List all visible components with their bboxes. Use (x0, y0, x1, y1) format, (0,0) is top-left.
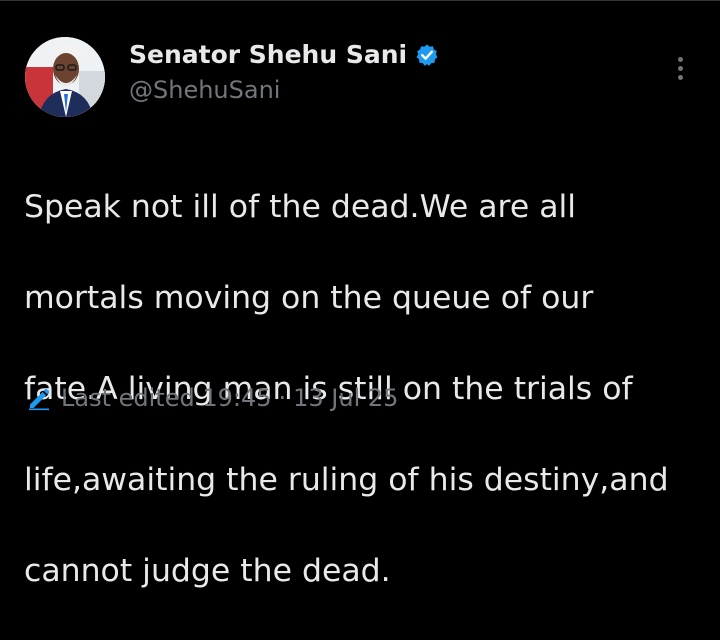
more-options-icon-dot (677, 65, 683, 71)
tweet-text-line: mortals moving on the queue of our (24, 279, 594, 316)
tweet-text-line: life,awaiting the ruling of his destiny,… (24, 461, 669, 498)
tweet-text-line: Speak not ill of the dead.We are all (24, 188, 577, 225)
last-edited-link[interactable]: Last edited 19:45 (61, 384, 272, 412)
verified-badge-icon[interactable] (415, 43, 439, 67)
post-date[interactable]: 13 Jul 25 (293, 384, 398, 412)
more-options-button[interactable] (664, 50, 696, 86)
top-divider (0, 0, 720, 1)
pencil-icon (26, 385, 52, 411)
avatar-image (25, 37, 105, 117)
author-handle[interactable]: @ShehuSani (129, 76, 280, 104)
avatar[interactable] (25, 37, 105, 117)
more-options-icon (677, 56, 683, 62)
author-display-name[interactable]: Senator Shehu Sani (129, 40, 407, 69)
author-name-row: Senator Shehu Sani (129, 40, 439, 69)
edit-info-row: Last edited 19:45 · 13 Jul 25 (26, 384, 398, 412)
tweet-text-line: cannot judge the dead. (24, 552, 391, 589)
meta-separator: · (278, 384, 287, 412)
more-options-icon-dot (677, 74, 683, 80)
